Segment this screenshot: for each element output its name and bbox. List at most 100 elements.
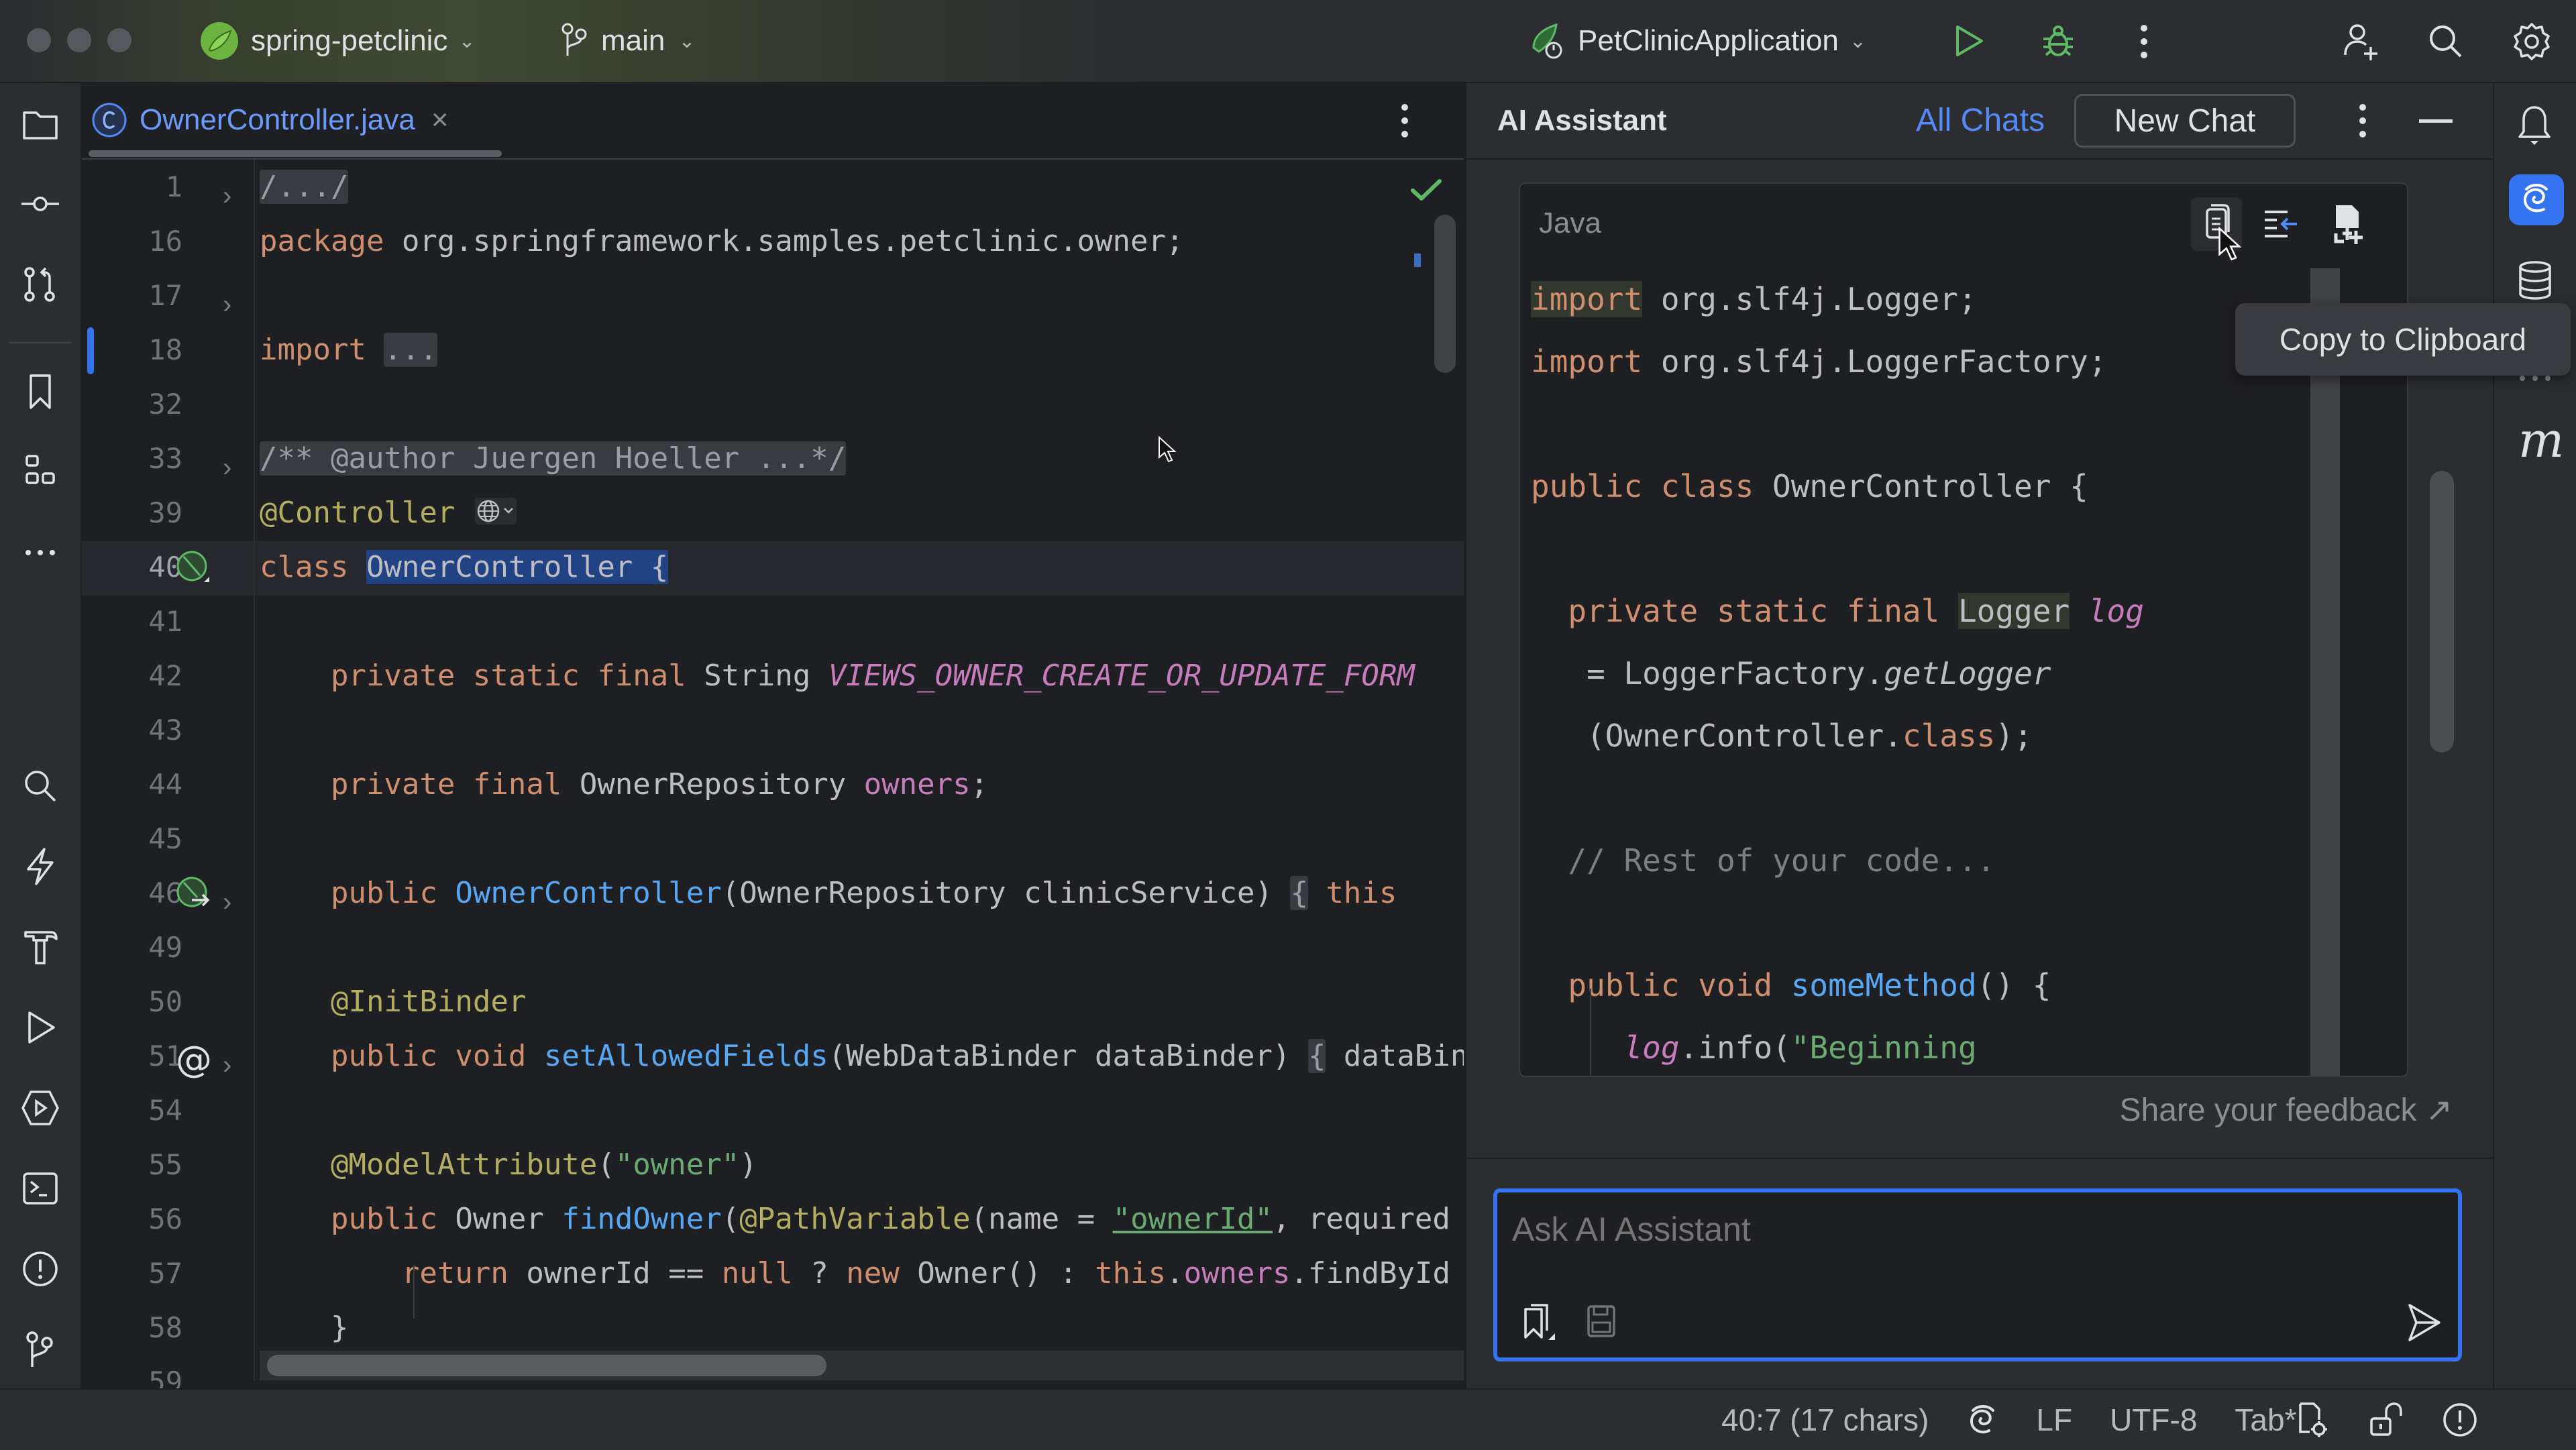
line-number[interactable]: 16 (109, 214, 182, 268)
horizontal-scrollbar-thumb[interactable] (267, 1355, 826, 1376)
pull-requests-tool-button[interactable] (20, 264, 60, 304)
read-only-toggle[interactable] (2367, 1401, 2404, 1439)
project-selector[interactable]: spring-petclinic ⌄ (199, 20, 476, 62)
run-button[interactable] (1952, 24, 1986, 58)
line-number[interactable]: 33 (109, 431, 182, 486)
search-everywhere-button[interactable] (2427, 23, 2465, 60)
code-block-scrollbar[interactable] (2310, 268, 2340, 1076)
more-tool-windows-button[interactable] (20, 533, 60, 573)
tab-owner-controller[interactable]: OwnerController.java × (91, 83, 449, 157)
code-line[interactable]: @InitBinder (260, 974, 526, 1029)
line-number[interactable]: 32 (109, 377, 182, 431)
code-line[interactable]: /** @author Juergen Hoeller ...*/ (260, 431, 847, 486)
code-line[interactable]: private final OwnerRepository owners; (260, 757, 988, 812)
line-number[interactable]: 18 (109, 323, 182, 377)
fold-chevron-icon[interactable]: › (223, 453, 231, 483)
ask-ai-input[interactable] (1511, 1202, 2439, 1257)
run-tool-button[interactable] (20, 1007, 60, 1048)
line-number[interactable]: 58 (109, 1300, 182, 1355)
window-maximize-button[interactable] (107, 28, 131, 52)
minimize-panel-button[interactable] (2419, 119, 2453, 123)
code-with-me-button[interactable] (2341, 21, 2381, 62)
code-line[interactable]: class OwnerController { (260, 540, 669, 594)
share-feedback-link[interactable]: Share your feedback ↗ (2120, 1089, 2453, 1132)
tab-options-button[interactable] (1398, 102, 1411, 140)
code-line[interactable]: @Controller (260, 486, 455, 540)
attach-context-button[interactable] (1521, 1302, 1559, 1343)
line-number[interactable]: 56 (109, 1192, 182, 1246)
new-file-button[interactable] (2329, 201, 2369, 247)
endpoints-tool-button[interactable] (20, 846, 60, 887)
line-number[interactable]: 39 (109, 486, 182, 540)
line-number[interactable]: 40 (109, 540, 182, 594)
database-tool-button[interactable] (2517, 260, 2553, 300)
ai-assistant-tool-button[interactable] (2509, 174, 2564, 225)
fold-chevron-icon[interactable]: › (223, 887, 231, 917)
find-tool-button[interactable] (20, 766, 60, 806)
line-number[interactable]: 54 (109, 1083, 182, 1137)
code-editor[interactable]: 1 /.../ 16 package org.springframework.samp… (82, 160, 1464, 1388)
git-tool-button[interactable] (20, 1329, 60, 1370)
line-number[interactable]: 51 (109, 1029, 182, 1083)
line-number[interactable]: 1 (109, 160, 182, 214)
vcs-change-marker[interactable] (87, 327, 94, 374)
bookmarks-tool-button[interactable] (20, 372, 60, 412)
code-line[interactable]: /.../ (260, 160, 349, 214)
caret-position[interactable]: 40:7 (17 chars) (1721, 1402, 1929, 1438)
chat-scrollbar[interactable] (2430, 471, 2454, 752)
fold-chevron-icon[interactable]: › (223, 290, 231, 320)
change-stripe-marker[interactable] (1414, 254, 1421, 267)
tab-scrollbar[interactable] (89, 150, 502, 157)
code-line[interactable]: @ModelAttribute("owner") (260, 1137, 757, 1192)
code-line[interactable]: public Owner findOwner(@PathVariable(nam… (260, 1192, 1450, 1246)
maven-tool-button[interactable]: m (2518, 412, 2564, 468)
structure-tool-button[interactable] (20, 452, 60, 492)
code-line[interactable]: return ownerId == null ? new Owner() : t… (260, 1246, 1450, 1300)
tab-close-button[interactable]: × (431, 103, 449, 137)
code-line[interactable]: import ... (260, 323, 437, 377)
line-number[interactable]: 55 (109, 1137, 182, 1192)
build-tool-button[interactable] (20, 927, 60, 967)
web-endpoint-inlay[interactable] (475, 498, 517, 524)
problems-status-widget[interactable] (2441, 1401, 2479, 1439)
line-number[interactable]: 57 (109, 1246, 182, 1300)
line-number[interactable]: 17 (109, 268, 182, 323)
code-line[interactable]: public void setAllowedFields(WebDataBind… (260, 1029, 1464, 1083)
debug-button[interactable] (2039, 23, 2077, 60)
encoding-widget[interactable]: UTF-8 (2110, 1402, 2197, 1438)
ai-status-widget[interactable] (1966, 1402, 1998, 1437)
line-number[interactable]: 50 (109, 974, 182, 1029)
line-number[interactable]: 45 (109, 812, 182, 866)
spring-autowire-gutter-icon[interactable] (174, 875, 215, 912)
line-number[interactable]: 42 (109, 649, 182, 703)
line-number[interactable]: 41 (109, 594, 182, 649)
window-minimize-button[interactable] (67, 28, 91, 52)
notifications-button[interactable] (2514, 105, 2555, 148)
ask-ai-input-container[interactable] (1493, 1188, 2462, 1361)
code-line[interactable]: public OwnerController(OwnerRepository c… (260, 866, 1397, 920)
insert-snippet-button[interactable] (2261, 204, 2301, 244)
window-close-button[interactable] (27, 28, 51, 52)
no-problems-check-icon[interactable] (1410, 177, 1442, 204)
problems-tool-button[interactable] (20, 1249, 60, 1289)
line-separator-widget[interactable]: LF (2036, 1402, 2072, 1438)
more-actions-button[interactable] (2137, 23, 2151, 60)
commit-tool-button[interactable] (20, 184, 60, 224)
all-chats-link[interactable]: All Chats (1916, 102, 2045, 140)
spring-bean-gutter-icon[interactable] (174, 549, 212, 586)
line-number[interactable]: 49 (109, 920, 182, 974)
terminal-tool-button[interactable] (20, 1168, 60, 1209)
code-line[interactable]: private static final String VIEWS_OWNER_… (260, 649, 1415, 703)
annotation-gutter-icon[interactable]: @ (176, 1038, 212, 1080)
run-configuration-selector[interactable]: PetClinicApplication ⌄ (1527, 20, 1866, 62)
save-prompt-button[interactable] (1585, 1302, 1618, 1340)
line-number[interactable]: 59 (109, 1355, 182, 1388)
services-tool-button[interactable] (20, 1088, 60, 1128)
code-line[interactable]: package org.springframework.samples.petc… (260, 214, 1184, 268)
indent-widget[interactable]: Tab* (2235, 1400, 2330, 1440)
branch-selector[interactable]: main ⌄ (561, 20, 696, 62)
fold-chevron-icon[interactable]: › (223, 181, 231, 211)
new-chat-button[interactable]: New Chat (2074, 94, 2296, 148)
vertical-scrollbar[interactable] (1434, 215, 1456, 373)
line-number[interactable]: 44 (109, 757, 182, 812)
